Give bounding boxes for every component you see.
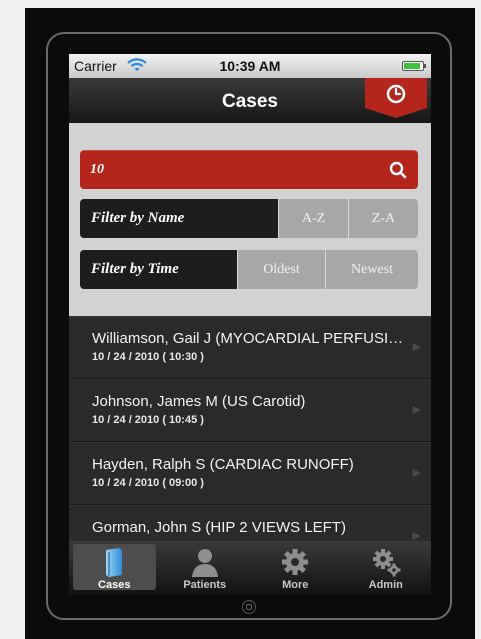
case-row[interactable]: Williamson, Gail J (MYOCARDIAL PERFUSION… — [69, 316, 431, 379]
tab-label: Patients — [183, 579, 227, 591]
case-date: 10 / 24 / 2010 ( 09:00 ) — [92, 477, 204, 489]
filter-by-time-row: Filter by Time Oldest Newest — [80, 250, 418, 289]
gears-icon — [372, 549, 401, 577]
case-name: Gorman, John S (HIP 2 VIEWS LEFT) — [92, 519, 346, 536]
tab-label: More — [282, 579, 309, 591]
status-bar: Carrier 10:39 AM — [69, 54, 431, 78]
book-icon — [106, 548, 123, 577]
nav-bar: Cases — [69, 78, 431, 123]
disclosure-icon: ▶ — [412, 404, 421, 416]
status-time: 10:39 AM — [219, 58, 281, 74]
disclosure-icon: ▶ — [412, 341, 421, 353]
person-icon — [191, 549, 218, 577]
battery-icon — [402, 61, 426, 71]
case-name: Johnson, James M (US Carotid) — [92, 393, 306, 410]
tab-patients[interactable]: Patients — [160, 541, 251, 595]
case-row[interactable]: Johnson, James M (US Carotid) 10 / 24 / … — [69, 379, 431, 442]
home-button[interactable] — [242, 600, 256, 614]
history-button[interactable] — [365, 78, 427, 118]
tab-admin[interactable]: Admin — [341, 541, 432, 595]
filter-by-name-label: Filter by Name — [80, 199, 278, 238]
app-screen: Carrier 10:39 AM Cases 10 Filter by Name… — [69, 54, 431, 595]
case-name: Williamson, Gail J (MYOCARDIAL PERFUSION… — [92, 330, 407, 347]
sort-z-a-button[interactable]: Z-A — [348, 199, 418, 238]
filter-by-time-label: Filter by Time — [80, 250, 237, 289]
case-name: Hayden, Ralph S (CARDIAC RUNOFF) — [92, 456, 354, 473]
case-date: 10 / 24 / 2010 ( 10:30 ) — [92, 351, 204, 363]
filter-panel: 10 Filter by Name A-Z Z-A Filter by Time… — [69, 123, 431, 316]
search-field[interactable]: 10 — [80, 150, 418, 189]
tab-label: Cases — [98, 579, 131, 591]
search-icon[interactable] — [389, 161, 407, 179]
tab-label: Admin — [368, 579, 403, 591]
filter-by-name-row: Filter by Name A-Z Z-A — [80, 199, 418, 238]
sort-a-z-button[interactable]: A-Z — [278, 199, 348, 238]
search-input[interactable]: 10 — [90, 162, 104, 178]
tab-more[interactable]: More — [250, 541, 341, 595]
sort-oldest-button[interactable]: Oldest — [237, 250, 325, 289]
case-list: Williamson, Gail J (MYOCARDIAL PERFUSION… — [69, 316, 431, 568]
tab-cases[interactable]: Cases — [69, 541, 160, 595]
case-row[interactable]: Hayden, Ralph S (CARDIAC RUNOFF) 10 / 24… — [69, 442, 431, 505]
sort-newest-button[interactable]: Newest — [325, 250, 418, 289]
case-date: 10 / 24 / 2010 ( 10:45 ) — [92, 414, 204, 426]
tab-bar: Cases Patients More Admin — [69, 541, 431, 595]
gear-icon — [282, 549, 309, 575]
clock-icon — [365, 78, 427, 118]
disclosure-icon: ▶ — [412, 467, 421, 479]
